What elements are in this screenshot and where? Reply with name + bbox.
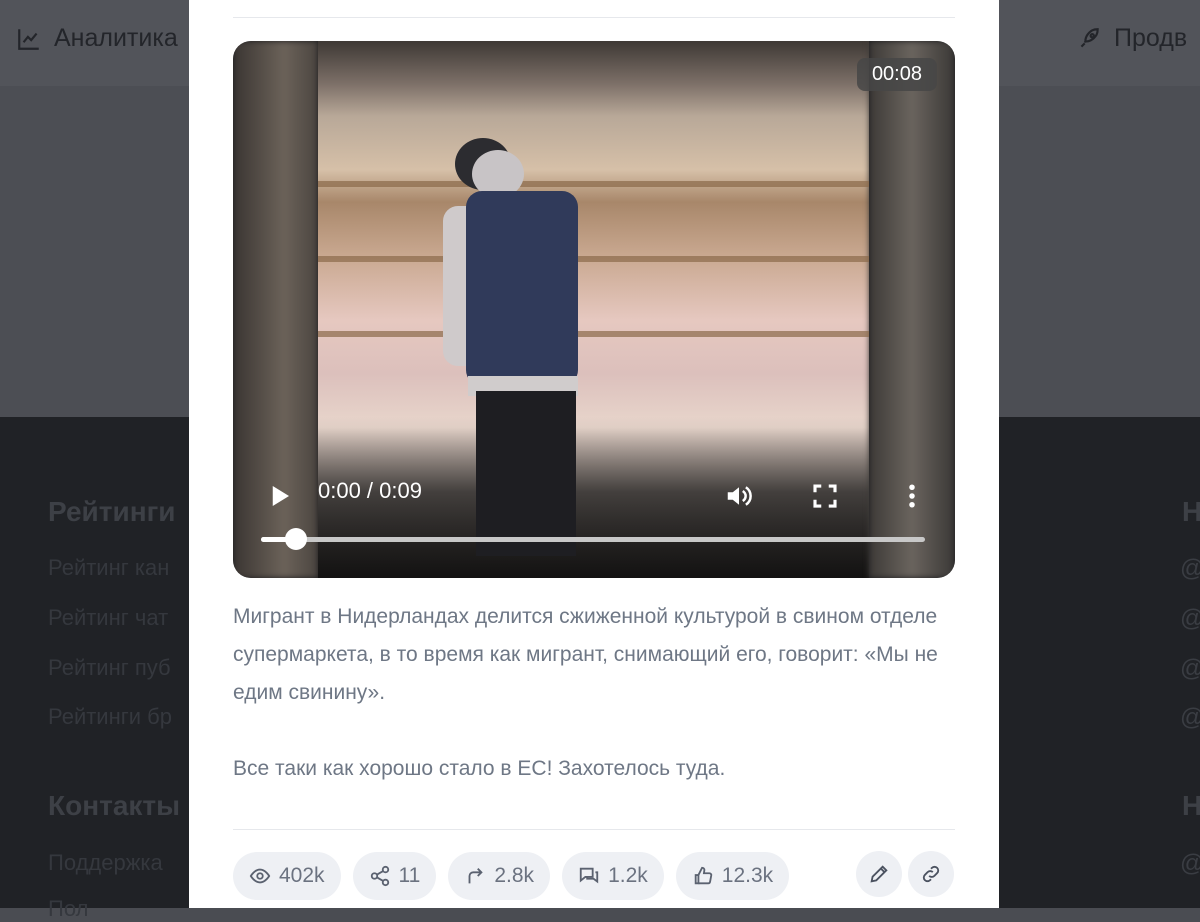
fullscreen-button[interactable] — [806, 477, 844, 515]
footer-link[interactable]: Пол — [48, 896, 88, 922]
comments-counter[interactable]: 1.2k — [562, 852, 664, 900]
footer-link[interactable]: Поддержка — [48, 850, 163, 876]
video-duration-badge: 00:08 — [856, 58, 937, 91]
divider — [233, 829, 955, 830]
forward-arrow-icon — [468, 868, 484, 884]
nav-promotion[interactable]: Продв — [1076, 24, 1187, 53]
video-time-display: 0:00 / 0:09 — [318, 478, 422, 503]
footer-link[interactable]: Рейтинг чат — [48, 605, 168, 631]
footer-social-icon[interactable]: @ — [1180, 555, 1200, 583]
footer-ratings-heading: Рейтинги — [48, 496, 176, 527]
footer-link[interactable]: Рейтинг кан — [48, 555, 169, 581]
shares-count: 11 — [398, 864, 421, 887]
divider — [233, 17, 955, 18]
shares-counter[interactable]: 11 — [352, 852, 437, 900]
volume-button[interactable] — [720, 477, 758, 515]
post-text: Мигрант в Нидерландах делится сжиженной … — [233, 598, 955, 788]
footer-link[interactable]: Рейтинг пуб — [48, 655, 171, 681]
rocket-icon — [1080, 27, 1099, 47]
edit-button[interactable] — [856, 851, 902, 897]
pencil-icon — [870, 865, 888, 883]
more-options-button[interactable] — [893, 477, 931, 515]
fullscreen-icon — [813, 484, 837, 508]
person-figure — [443, 138, 578, 556]
post-stats: 402k 11 2.8k 1.2k 12.3k — [233, 852, 790, 900]
footer-right-heading-2: Н — [1182, 790, 1200, 821]
footer-link[interactable]: Рейтинги бр — [48, 704, 172, 730]
post-modal: 00:08 0:00 / 0:09 Мигрант в Нидерландах … — [189, 0, 999, 908]
footer-social-icon[interactable]: @ — [1180, 850, 1200, 878]
views-counter[interactable]: 402k — [233, 852, 341, 900]
footer-social-icon[interactable]: @ — [1180, 605, 1200, 633]
eye-icon — [249, 868, 271, 884]
thumbs-up-icon — [694, 866, 712, 885]
post-paragraph: Все таки как хорошо стало в ЕС! Захотело… — [233, 757, 726, 780]
reactions-count: 12.3k — [721, 864, 774, 887]
video-player[interactable]: 00:08 0:00 / 0:09 — [233, 41, 955, 578]
views-count: 402k — [279, 864, 325, 887]
comments-icon — [579, 867, 599, 884]
more-vertical-icon — [909, 484, 915, 508]
copy-link-button[interactable] — [908, 851, 954, 897]
comments-count: 1.2k — [608, 864, 648, 887]
nav-analytics-label: Аналитика — [54, 24, 178, 52]
post-paragraph: Мигрант в Нидерландах делится сжиженной … — [233, 605, 938, 704]
chart-line-icon — [18, 28, 39, 50]
footer-social-icon[interactable]: @ — [1180, 704, 1200, 732]
footer-social-icon[interactable]: @ — [1180, 655, 1200, 683]
nav-analytics[interactable]: Аналитика — [16, 24, 178, 53]
shelf-line — [318, 256, 869, 262]
nav-promotion-label: Продв — [1114, 24, 1188, 52]
forwards-count: 2.8k — [494, 864, 535, 887]
link-icon — [922, 865, 940, 883]
footer-right-heading: Н — [1182, 496, 1200, 527]
share-nodes-icon — [370, 865, 389, 887]
video-progress-thumb[interactable] — [285, 528, 307, 550]
volume-icon — [727, 486, 752, 506]
forwards-counter[interactable]: 2.8k — [448, 852, 551, 900]
play-button[interactable] — [261, 478, 297, 514]
video-progress-track[interactable] — [261, 537, 925, 542]
shelf-line — [318, 331, 869, 337]
reactions-counter[interactable]: 12.3k — [675, 852, 790, 900]
play-icon — [272, 486, 289, 506]
footer-contacts-heading: Контакты — [48, 790, 181, 821]
shelf-line — [318, 181, 869, 187]
